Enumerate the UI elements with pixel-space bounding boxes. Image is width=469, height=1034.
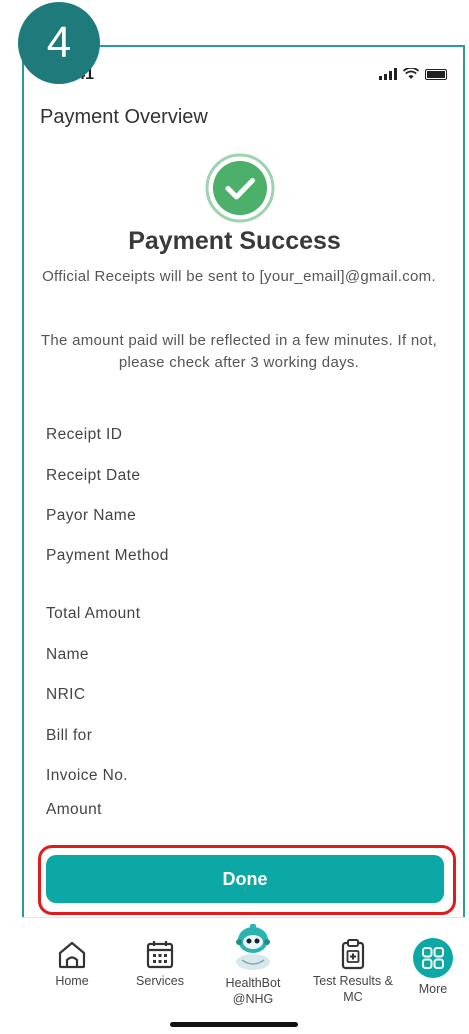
page-title: Payment Overview (40, 106, 208, 128)
success-title: Payment Success (128, 227, 341, 255)
field-total-amount: Total Amount (46, 605, 141, 622)
nav-test-results-label: Test Results & MC (313, 974, 393, 1004)
field-name: Name (46, 646, 89, 663)
field-receipt-id: Receipt ID (46, 426, 123, 443)
step-number-badge: 4 (18, 2, 100, 84)
nav-home[interactable]: Home (42, 938, 102, 989)
receipt-message: Official Receipts will be sent to [your_… (42, 268, 436, 285)
field-bill-for: Bill for (46, 727, 93, 744)
clipboard-plus-icon (341, 939, 365, 970)
check-circle-icon (205, 153, 275, 223)
wifi-icon (403, 68, 419, 79)
nav-healthbot-label: HealthBot @NHG (225, 976, 281, 1006)
signal-icon (379, 68, 397, 80)
calendar-icon (146, 941, 174, 969)
home-indicator (170, 1022, 298, 1027)
nav-services[interactable]: Services (122, 938, 198, 989)
nav-more-label: More (418, 982, 448, 996)
battery-icon (425, 69, 447, 80)
field-payment-method: Payment Method (46, 547, 169, 564)
grid-icon (413, 938, 453, 978)
nav-services-label: Services (136, 974, 184, 988)
field-receipt-date: Receipt Date (46, 467, 141, 484)
nav-home-label: Home (55, 974, 89, 988)
reflect-message: The amount paid will be reflected in a f… (40, 332, 438, 371)
home-icon (58, 941, 86, 969)
status-icons (379, 68, 447, 80)
nav-test-results[interactable]: Test Results & MC (310, 938, 396, 1005)
field-invoice-no: Invoice No. (46, 767, 128, 784)
nav-healthbot[interactable]: HealthBot @NHG (208, 922, 298, 1007)
field-amount: Amount (46, 801, 102, 818)
nav-more[interactable]: More (407, 938, 459, 997)
bottom-nav: Home Services HealthBot @NHG Test Result… (22, 917, 465, 1031)
field-payor-name: Payor Name (46, 507, 137, 524)
field-nric: NRIC (46, 686, 86, 703)
done-button[interactable]: Done (46, 855, 444, 903)
robot-mascot-icon (236, 924, 270, 970)
